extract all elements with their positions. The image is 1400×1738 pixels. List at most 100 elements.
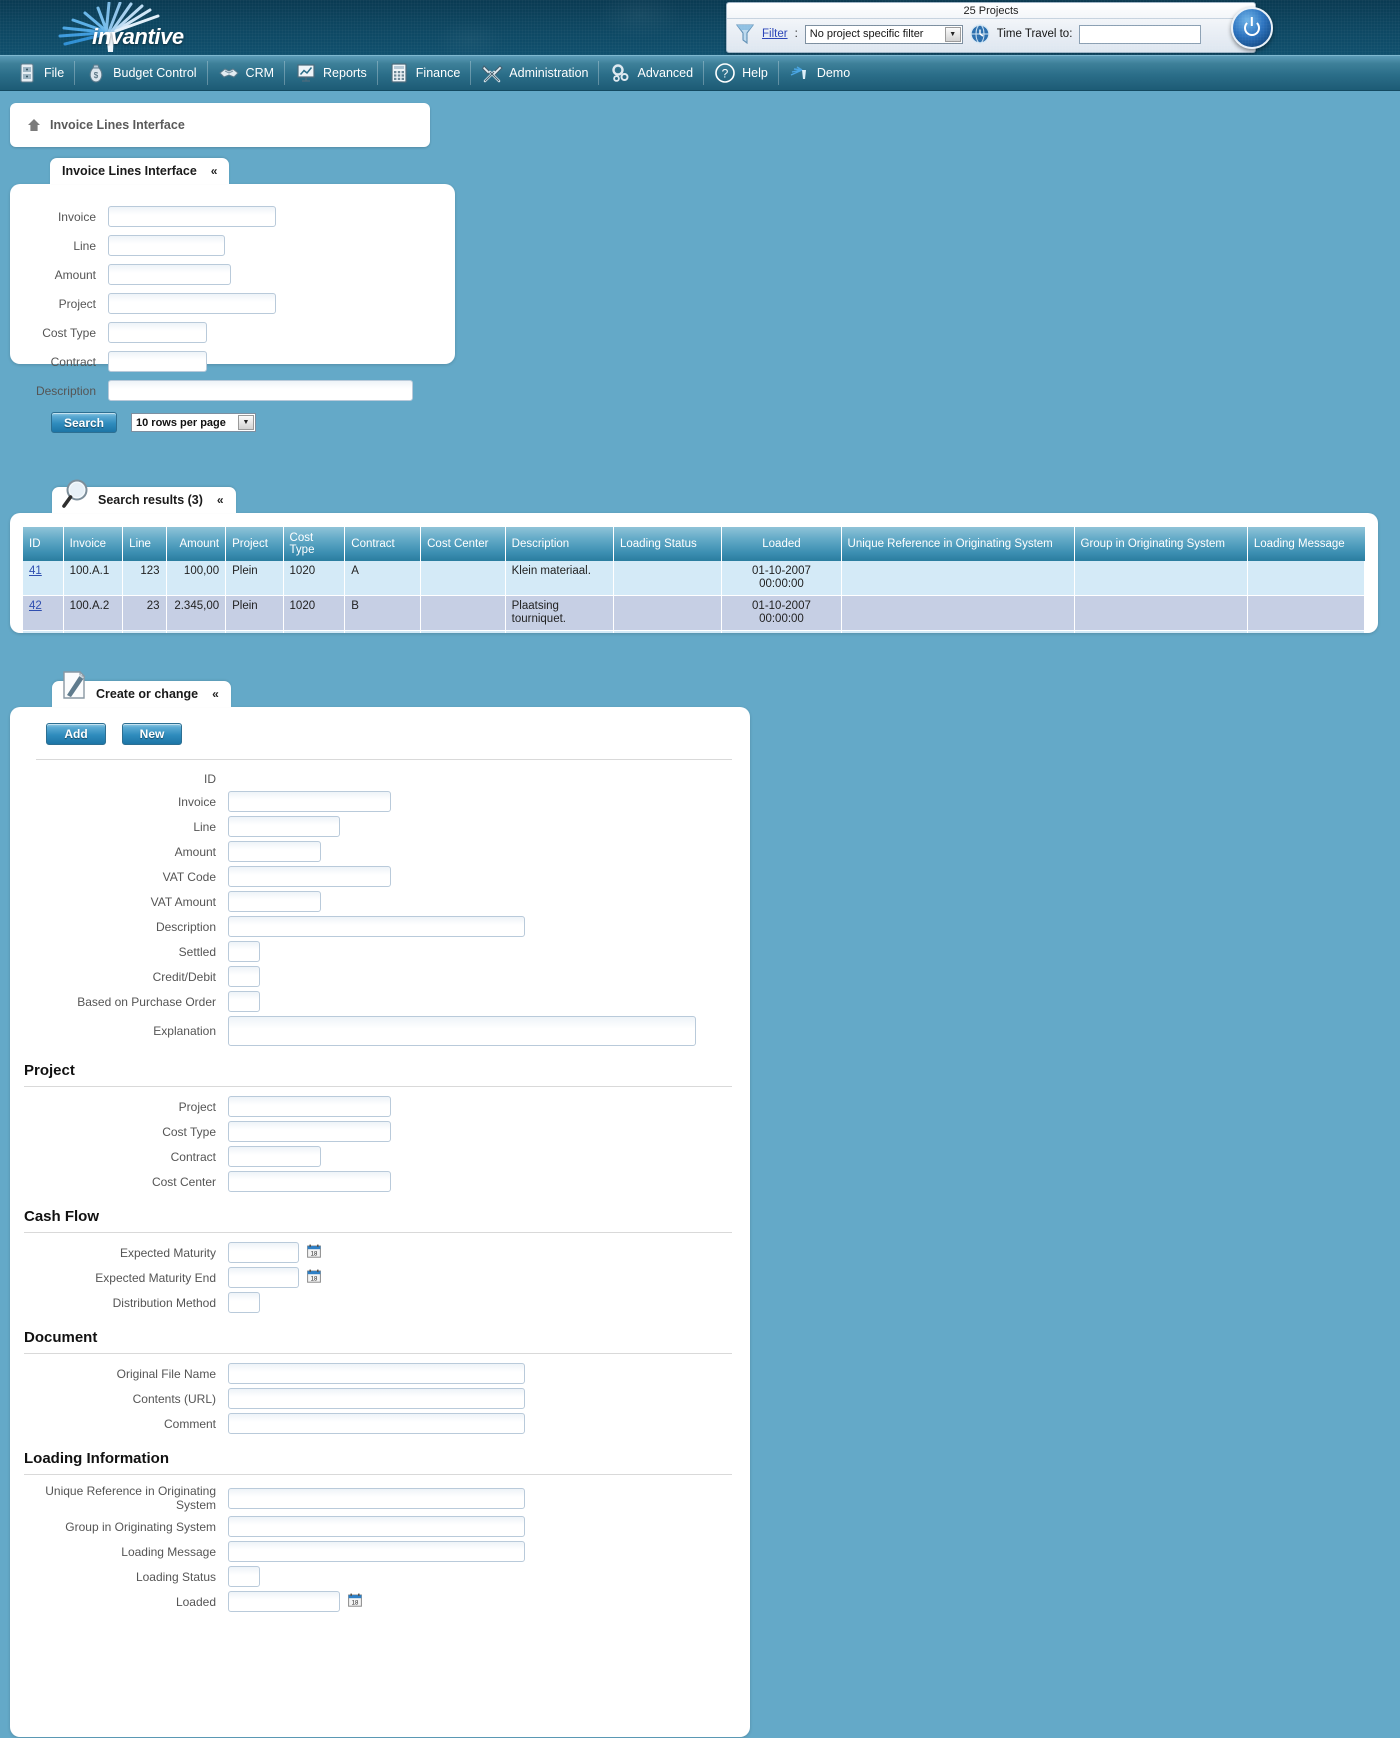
results-column-header[interactable]: Amount (166, 527, 227, 561)
chevron-up-icon[interactable]: « (217, 493, 224, 507)
menu-item-help[interactable]: ? Help (704, 55, 778, 91)
search-button[interactable]: Search (51, 412, 117, 433)
form-input-vat-code[interactable] (228, 866, 391, 887)
form-input-loading-status[interactable] (228, 1566, 260, 1587)
search-input-invoice[interactable] (108, 206, 276, 227)
cell-cost_type: 1020 (283, 595, 346, 631)
date-picker-button[interactable]: 18 (299, 1269, 321, 1286)
menu-item-crm[interactable]: CRM (208, 55, 284, 91)
brand-name: invantive (92, 24, 184, 49)
form-input-unique-reference-in-originating-system[interactable] (228, 1487, 525, 1509)
calendar-icon[interactable]: 18 (307, 1269, 321, 1283)
results-column-header[interactable]: ID (23, 527, 64, 561)
filter-link[interactable]: Filter (762, 28, 788, 40)
date-picker-button[interactable]: 18 (340, 1593, 362, 1610)
search-input-project[interactable] (108, 293, 276, 314)
menu-item-finance[interactable]: Finance (378, 55, 470, 91)
results-column-header[interactable]: Group in Originating System (1074, 527, 1248, 561)
results-panel-tab[interactable]: Search results (3) « (52, 479, 236, 513)
table-row[interactable]: 43100.A.3253.451,00Plein1070C Aankoop rij… (23, 630, 1366, 633)
cell-amount: 100,00 (166, 561, 227, 596)
cell-group (1074, 595, 1248, 631)
form-input-description[interactable] (228, 916, 525, 937)
results-column-header[interactable]: Contract (344, 527, 422, 561)
form-input-original-file-name[interactable] (228, 1363, 525, 1384)
chevron-down-icon[interactable]: ▼ (944, 26, 961, 42)
form-field-row: Expected Maturity 18 (20, 1242, 732, 1263)
search-input-cost-type[interactable] (108, 322, 207, 343)
menu-item-advanced[interactable]: Advanced (599, 55, 703, 91)
search-field-label: Contract (50, 354, 96, 369)
cell-invoice: 100.A.2 (63, 595, 124, 631)
form-input-contract[interactable] (228, 1146, 321, 1167)
cell-loading_message (1247, 595, 1366, 631)
form-input-settled[interactable] (228, 941, 260, 962)
form-input-credit-debit[interactable] (228, 966, 260, 987)
form-input-project[interactable] (228, 1096, 391, 1117)
form-input-invoice[interactable] (228, 791, 391, 812)
results-column-header[interactable]: Invoice (63, 527, 124, 561)
results-column-header[interactable]: Cost Type (283, 527, 346, 561)
results-column-header[interactable]: Loaded (721, 527, 842, 561)
form-input-explanation[interactable] (228, 1016, 696, 1046)
new-button[interactable]: New (122, 723, 182, 745)
cell-cost_type: 1020 (283, 561, 346, 596)
results-column-header[interactable]: Loading Message (1247, 527, 1365, 561)
form-input-contents-url[interactable] (228, 1388, 525, 1409)
form-input-cost-center[interactable] (228, 1171, 391, 1192)
results-column-header[interactable]: Cost Center (420, 527, 506, 561)
search-input-amount[interactable] (108, 264, 231, 285)
menu-item-administration[interactable]: Administration (471, 55, 598, 91)
form-input-expected-maturity[interactable] (228, 1242, 299, 1263)
form-field-row: Contents (URL) (20, 1388, 732, 1409)
form-input-loaded[interactable] (228, 1591, 340, 1612)
menu-item-file[interactable]: File (6, 55, 74, 91)
row-id-link[interactable]: 42 (29, 600, 42, 612)
menu-item-budget-control[interactable]: $ Budget Control (75, 55, 206, 91)
chevron-down-icon[interactable]: ▼ (238, 415, 254, 430)
calendar-icon[interactable]: 18 (307, 1244, 321, 1258)
form-field-row: VAT Code (20, 866, 732, 887)
form-input-group-in-originating-system[interactable] (228, 1516, 525, 1537)
form-field-label: Cost Center (151, 1174, 216, 1189)
row-id-link[interactable]: 41 (29, 565, 42, 577)
section-divider (24, 1086, 732, 1087)
rows-per-page-select[interactable]: 10 rows per page ▼ (131, 413, 256, 432)
power-icon[interactable] (1231, 7, 1273, 49)
form-input-based-on-purchase-order[interactable] (228, 991, 260, 1012)
cell-group (1074, 561, 1248, 596)
edit-panel-tab[interactable]: Create or change « (52, 670, 231, 707)
results-column-header[interactable]: Line (122, 527, 167, 561)
search-input-line[interactable] (108, 235, 225, 256)
form-input-loading-message[interactable] (228, 1541, 525, 1562)
search-input-contract[interactable] (108, 351, 207, 372)
chevron-up-icon[interactable]: « (212, 687, 219, 701)
form-input-line[interactable] (228, 816, 340, 837)
table-row[interactable]: 42 100.A.2 23 2.345,00 Plein 1020 B Plaatsing t… (23, 595, 1366, 631)
brand-logo: invantive (30, 2, 290, 54)
table-row[interactable]: 41 100.A.1 123 100,00 Plein 1020 A Klein materi… (23, 561, 1366, 596)
form-input-distribution-method[interactable] (228, 1292, 260, 1313)
form-input-amount[interactable] (228, 841, 321, 862)
breadcrumb[interactable]: Invoice Lines Interface (10, 103, 430, 147)
form-field-label: Explanation (153, 1024, 216, 1038)
add-button[interactable]: Add (46, 723, 106, 745)
time-travel-input[interactable] (1079, 24, 1202, 44)
menu-item-demo[interactable]: Demo (779, 55, 860, 91)
form-input-cost-type[interactable] (228, 1121, 391, 1142)
results-column-header[interactable]: Loading Status (613, 527, 723, 561)
form-input-vat-amount[interactable] (228, 891, 321, 912)
results-column-header[interactable]: Unique Reference in Originating System (841, 527, 1075, 561)
menu-item-reports[interactable]: Reports (285, 55, 377, 91)
calendar-icon[interactable]: 18 (348, 1593, 362, 1607)
results-column-header[interactable]: Project (225, 527, 284, 561)
project-filter-select[interactable]: No project specific filter ▼ (804, 24, 963, 44)
form-input-expected-maturity-end[interactable] (228, 1267, 299, 1288)
search-panel-tab[interactable]: Invoice Lines Interface « (50, 158, 230, 184)
form-input-comment[interactable] (228, 1413, 525, 1434)
search-input-description[interactable] (108, 380, 413, 401)
results-column-header[interactable]: Description (505, 527, 615, 561)
chevron-up-icon[interactable]: « (211, 164, 218, 178)
form-field-label: VAT Code (162, 869, 216, 884)
date-picker-button[interactable]: 18 (299, 1244, 321, 1261)
